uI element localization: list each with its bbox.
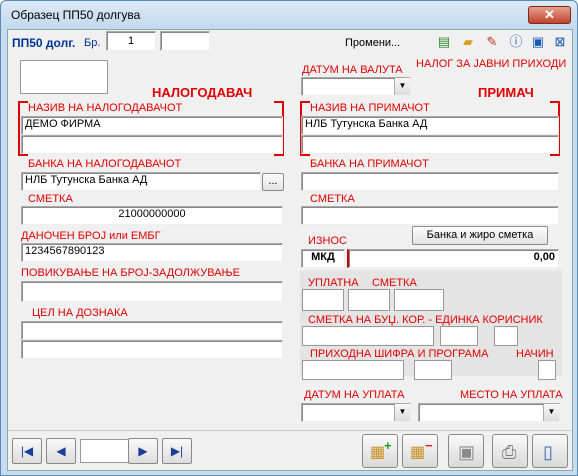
- smetka-buc-input-3[interactable]: [494, 326, 518, 346]
- add-document-button[interactable]: ▦ +: [362, 434, 398, 468]
- danocen-input[interactable]: 1234567890123: [21, 243, 283, 262]
- title-bar: Образец ПП50 долгува ✕: [1, 1, 577, 29]
- uplatna-input-1[interactable]: [302, 289, 344, 311]
- save-icon: ▣: [458, 442, 476, 462]
- cel-line2[interactable]: [21, 340, 283, 359]
- prihodna-label: ПРИХОДНА ШИФРА И ПРОГРАМА: [310, 348, 489, 360]
- smetka-nalogodavac-input[interactable]: 21000000000: [21, 206, 283, 225]
- prihodna-input-2[interactable]: [414, 360, 452, 380]
- record-number-input[interactable]: [80, 439, 132, 463]
- form-client-area: ПП50 долг. Бр. 1 Промени... ▤ ▰ ✎ ⓘ ▣ ⊠ …: [7, 29, 573, 471]
- plus-icon: +: [384, 438, 392, 453]
- window-title: Образец ПП50 долгува: [11, 8, 141, 22]
- cel-label: ЦЕЛ НА ДОЗНАКА: [32, 307, 128, 319]
- naziv-nalogodavac-line2[interactable]: [21, 135, 283, 154]
- naziv-primac-label: НАЗИВ НА ПРИМАЧОТ: [310, 102, 430, 114]
- datum-uplata-label: ДАТУМ НА УПЛАТА: [304, 389, 405, 401]
- br-label: Бр.: [84, 37, 101, 49]
- smetka-buc-input-1[interactable]: [302, 326, 434, 346]
- banka-nalogodavac-input[interactable]: НЛБ Тутунска Банка АД: [21, 172, 261, 191]
- nacin-label: НАЧИН: [516, 348, 554, 360]
- banka-browse-button[interactable]: ...: [262, 173, 284, 191]
- next-record-button[interactable]: ▶: [128, 438, 158, 464]
- danocen-label: ДАНОЧЕН БРОЈ или ЕМБГ: [21, 230, 161, 242]
- naziv-nalogodavac-line1[interactable]: ДЕМО ФИРМА: [21, 116, 283, 135]
- remove-document-button[interactable]: ▦ −: [402, 434, 438, 468]
- add-document-icon: ▦: [370, 444, 386, 461]
- first-record-button[interactable]: |◀: [12, 438, 42, 464]
- banka-nalogodavac-label: БАНКА НА НАЛОГОДАВАЧОТ: [28, 158, 182, 170]
- valuta-field[interactable]: МКД: [301, 249, 345, 268]
- prihodna-input-1[interactable]: [302, 360, 404, 380]
- banka-primac-label: БАНКА НА ПРИМАЧОТ: [310, 158, 429, 170]
- smetka2-label: СМЕТКА: [372, 277, 417, 289]
- br-number-input[interactable]: 1: [106, 31, 156, 51]
- iznos-input[interactable]: 0,00: [347, 249, 559, 268]
- banka-primac-input[interactable]: [301, 172, 559, 191]
- smetka-buc-label: СМЕТКА НА БУЏ. КОР. - ЕДИНКА КОРИСНИК: [308, 314, 543, 326]
- povikuvanje-input[interactable]: [21, 281, 283, 302]
- chevron-down-icon[interactable]: ▼: [394, 78, 410, 95]
- print-button[interactable]: ⎙: [492, 434, 528, 468]
- uplatna-label: УПЛАТНА: [308, 277, 359, 289]
- datum-valuta-label: ДАТУМ НА ВАЛУТА: [302, 64, 403, 76]
- iznos-label: ИЗНОС: [308, 235, 347, 247]
- banka-ziro-button[interactable]: Банка и жиро сметка: [412, 226, 548, 245]
- povikuvanje-label: ПОВИКУВАЊЕ НА БРОЈ-ЗАДОЛЖУВАЊЕ: [21, 267, 241, 279]
- naziv-primac-line1[interactable]: НЛБ Тутунска Банка АД: [301, 116, 559, 135]
- nacin-input[interactable]: [538, 360, 556, 380]
- page-button[interactable]: ▯: [532, 434, 568, 468]
- cel-line1[interactable]: [21, 321, 283, 340]
- form-window: Образец ПП50 долгува ✕ ПП50 долг. Бр. 1 …: [0, 0, 578, 476]
- navigation-bar: |◀ ◀ ▶ ▶| ▦ + ▦ − ▣ ⎙ ▯: [8, 430, 572, 470]
- pen-icon[interactable]: ✎: [484, 34, 500, 50]
- datum-uplata-combo[interactable]: ▼: [301, 403, 411, 422]
- page-icon: ▯: [543, 442, 553, 462]
- form-label: ПП50 долг.: [12, 36, 76, 50]
- mesto-uplata-label: МЕСТО НА УПЛАТА: [460, 389, 563, 401]
- uplatna-input-2[interactable]: [348, 289, 390, 311]
- mesto-uplata-combo[interactable]: ▼: [418, 403, 560, 422]
- window-icon[interactable]: ▣: [530, 34, 546, 50]
- smetka-primac-label: СМЕТКА: [310, 193, 355, 205]
- remove-document-icon: ▦: [410, 444, 426, 461]
- smetka-primac-input[interactable]: [301, 206, 559, 225]
- close-button[interactable]: ✕: [528, 6, 571, 24]
- naziv-nalogodavac-label: НАЗИВ НА НАЛОГОДАВАЧОТ: [28, 102, 183, 114]
- naziv-primac-line2[interactable]: [301, 135, 559, 154]
- help-icon[interactable]: ⓘ: [508, 34, 524, 50]
- primac-heading: ПРИМАЧ: [478, 85, 534, 100]
- nalog-javni-prihodi-label: НАЛОГ ЗА ЈАВНИ ПРИХОДИ: [416, 58, 567, 70]
- chevron-down-icon[interactable]: ▼: [394, 404, 410, 421]
- promeni-link[interactable]: Промени...: [345, 37, 400, 49]
- print-icon: ⎙: [502, 442, 517, 462]
- document-icon[interactable]: ▤: [436, 34, 452, 50]
- folder-icon[interactable]: ▰: [460, 34, 476, 50]
- smetka-buc-input-2[interactable]: [440, 326, 478, 346]
- br-extra-input[interactable]: [160, 31, 210, 51]
- uplatna-input-3[interactable]: [394, 289, 444, 311]
- logo-box: [20, 60, 108, 94]
- nalogodavac-heading: НАЛОГОДАВАЧ: [152, 85, 253, 100]
- last-record-button[interactable]: ▶|: [162, 438, 192, 464]
- save-button[interactable]: ▣: [448, 434, 484, 468]
- minus-icon: −: [425, 438, 433, 453]
- datum-valuta-combo[interactable]: ▼: [301, 77, 411, 96]
- close-icon[interactable]: ⊠: [552, 34, 568, 50]
- smetka-nalogodavac-label: СМЕТКА: [28, 193, 73, 205]
- chevron-down-icon[interactable]: ▼: [543, 404, 559, 421]
- prev-record-button[interactable]: ◀: [46, 438, 76, 464]
